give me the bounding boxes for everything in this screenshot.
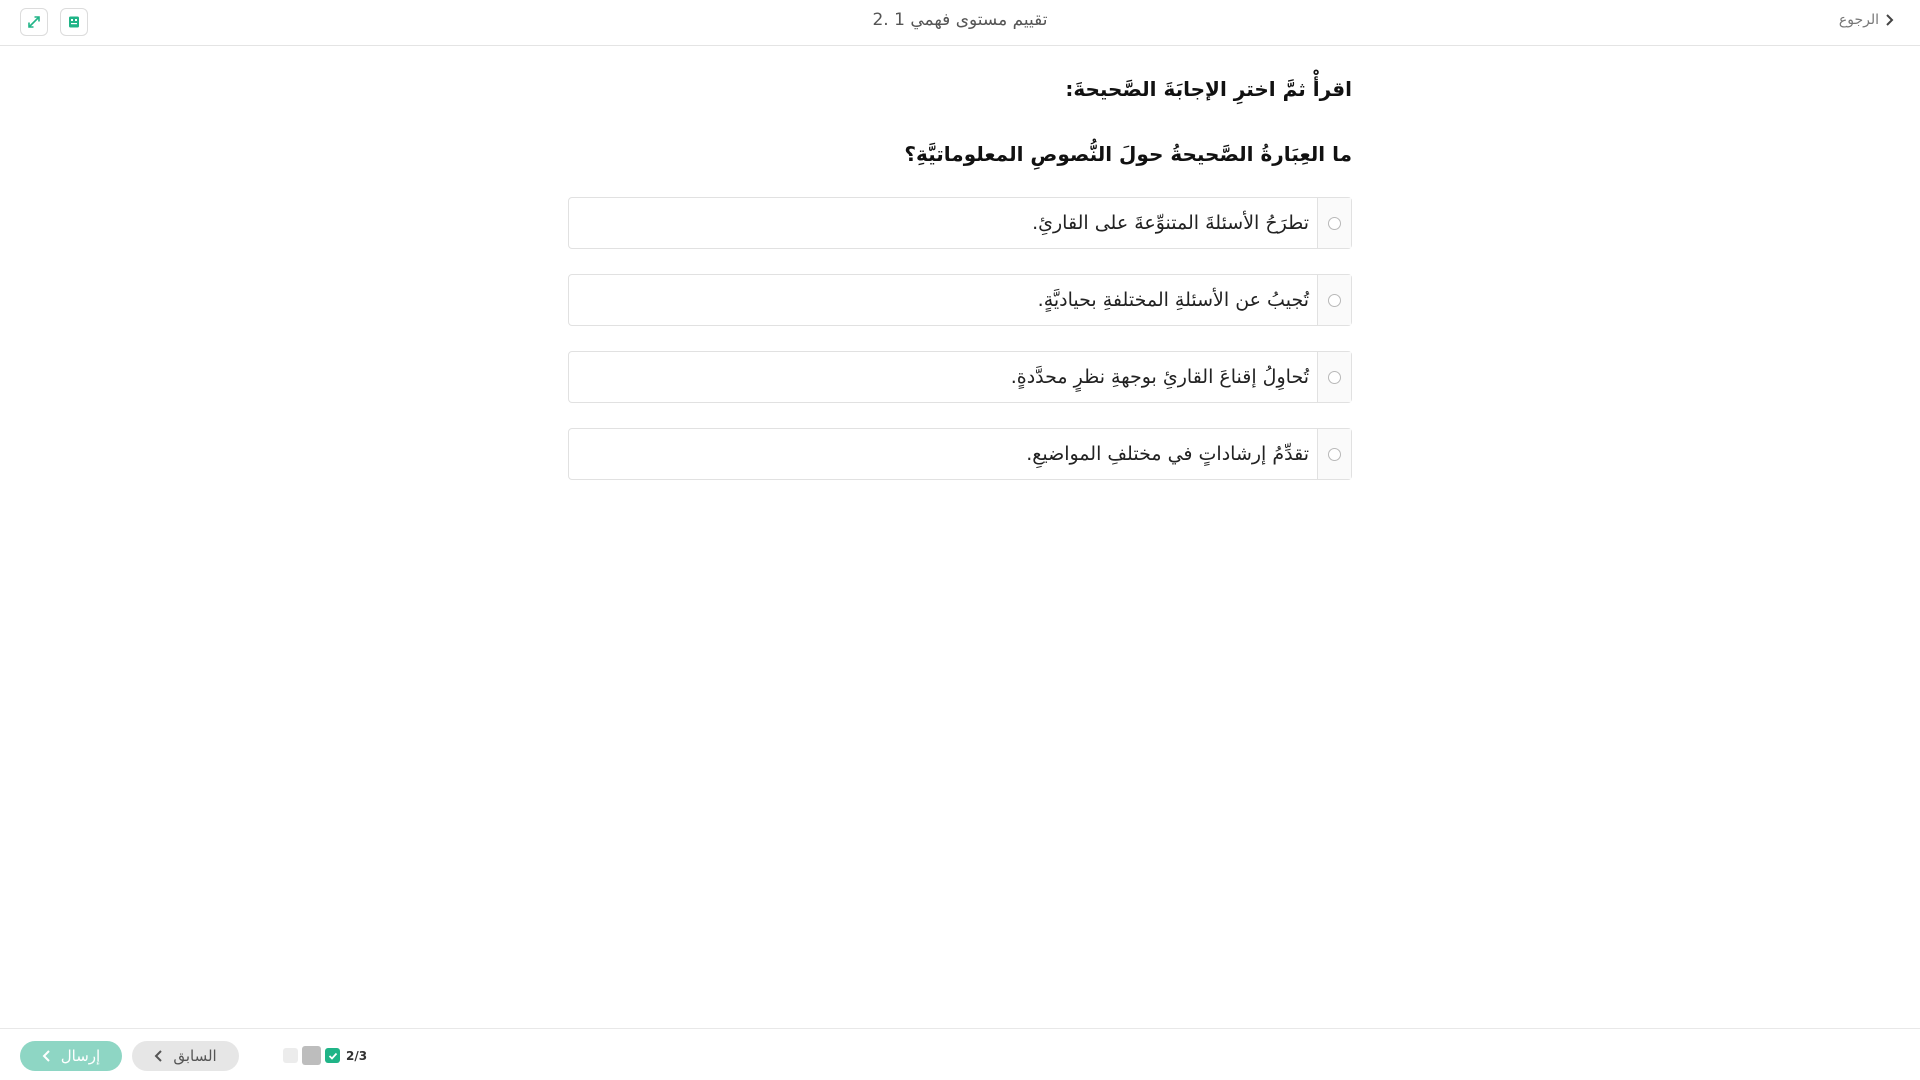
answer-option-label: تُحاوِلُ إقناعَ القارئِ بوجهةِ نظرٍ محدَ… (1010, 366, 1309, 388)
page-title: 2. تقييم مستوى فهمي 1 (872, 10, 1048, 30)
radio-button[interactable] (1328, 370, 1341, 384)
quiz-app: 2. تقييم مستوى فهمي 1 الرجوع اقرأْ ثمَّ … (0, 0, 1920, 1080)
progress-step-3[interactable] (283, 1048, 298, 1063)
submit-label: إرسال (60, 1047, 101, 1065)
radio-button[interactable] (1328, 216, 1341, 230)
instruction-heading: اقرأْ ثمَّ اخترِ الإجابَةَ الصَّحيحةَ: (1065, 77, 1352, 101)
progress-step-2[interactable] (302, 1046, 321, 1065)
submit-button[interactable]: إرسال (20, 1041, 122, 1071)
answer-option-4[interactable]: تقدِّمُ إرشاداتٍ في مختلفِ المواضيعِ. (568, 428, 1352, 480)
top-bar: 2. تقييم مستوى فهمي 1 الرجوع (0, 0, 1920, 46)
radio-cell (1317, 429, 1351, 479)
progress-step-1[interactable] (325, 1048, 340, 1063)
question-text: ما العِبَارةُ الصَّحيحةُ حولَ النُّصوصِ … (904, 142, 1352, 166)
answer-option-label: تطرَحُ الأسئلةَ المتنوِّعةَ على القارئِ. (1032, 212, 1309, 234)
check-icon (328, 1052, 337, 1060)
radio-button[interactable] (1328, 447, 1341, 461)
progress-counter: 2/3 (346, 1048, 368, 1063)
question-progress: 2/3 (283, 1046, 367, 1065)
answer-option-label: تُجيبُ عن الأسئلةِ المختلفةِ بحياديَّةٍ. (1037, 289, 1309, 311)
bottom-bar: إرسال السابق 2/3 (0, 1028, 1920, 1080)
answer-option-label: تقدِّمُ إرشاداتٍ في مختلفِ المواضيعِ. (1026, 443, 1309, 465)
answer-option-2[interactable]: تُجيبُ عن الأسئلةِ المختلفةِ بحياديَّةٍ. (568, 274, 1352, 326)
radio-cell (1317, 352, 1351, 402)
radio-button[interactable] (1328, 293, 1341, 307)
answer-option-1[interactable]: تطرَحُ الأسئلةَ المتنوِّعةَ على القارئِ. (568, 197, 1352, 249)
answer-option-3[interactable]: تُحاوِلُ إقناعَ القارئِ بوجهةِ نظرٍ محدَ… (568, 351, 1352, 403)
radio-cell (1317, 198, 1351, 248)
back-label: الرجوع (1838, 12, 1879, 28)
back-button[interactable]: الرجوع (1839, 12, 1896, 28)
previous-label: السابق (173, 1047, 217, 1065)
chevron-right-icon (1886, 14, 1894, 26)
answer-options: تطرَحُ الأسئلةَ المتنوِّعةَ على القارئِ.… (568, 197, 1352, 505)
chevron-left-icon (42, 1050, 50, 1062)
previous-button[interactable]: السابق (132, 1041, 239, 1071)
chevron-left-icon (154, 1050, 163, 1062)
radio-cell (1317, 275, 1351, 325)
